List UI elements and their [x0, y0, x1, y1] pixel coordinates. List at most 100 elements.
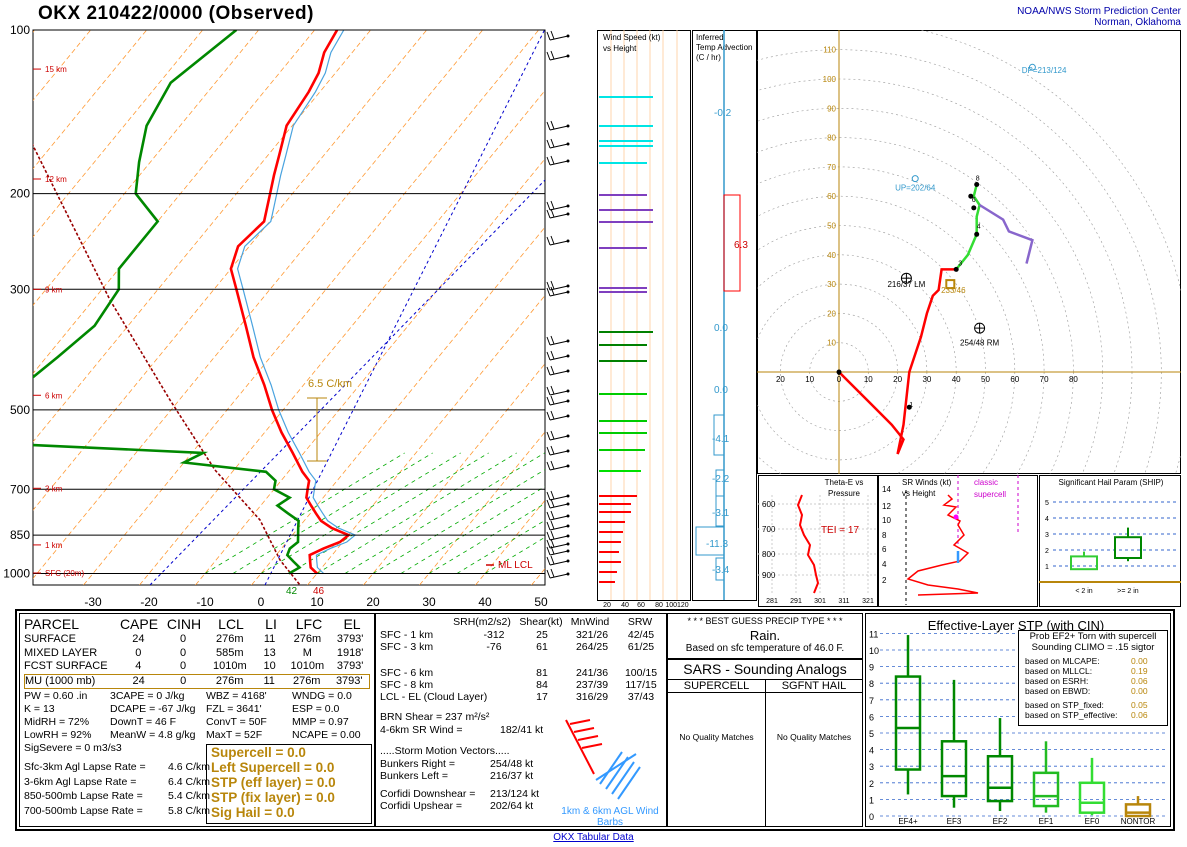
barb-flag — [546, 201, 551, 211]
parcel-cell: 3793' — [335, 674, 363, 687]
supercell-label: classic — [974, 478, 998, 487]
barb-flag — [546, 396, 551, 406]
x-tick-label: >= 2 in — [1117, 588, 1139, 595]
wind-barb — [546, 365, 570, 376]
index-cell: DCAPE = -67 J/kg — [110, 703, 196, 715]
kin-cell — [618, 653, 664, 667]
y-tick-label: 8 — [882, 531, 887, 540]
barb-flag — [550, 365, 555, 375]
prob-row: based on STP_effective: 0.06 — [1019, 710, 1167, 720]
prob-value: 0.19 — [1131, 666, 1148, 676]
barb-flag — [546, 491, 551, 501]
barb-dot — [566, 124, 570, 128]
parcel-cell: 276m — [215, 674, 244, 687]
index-cell: FZL = 3641' — [206, 703, 262, 715]
height-label: 6 km — [45, 391, 63, 400]
severe-param: Left Supercell = 0.0 — [211, 760, 335, 775]
height-label: 9 km — [45, 285, 63, 294]
sars-divider — [765, 680, 766, 826]
x-tick-label: EF1 — [1039, 817, 1054, 826]
lapse-label: 3-6km Agl Lapse Rate = — [24, 775, 137, 788]
prob-label: based on MLLCL: — [1025, 666, 1093, 676]
advection-label: 0.0 — [714, 323, 728, 334]
sr-winds-chart: SR Winds (kt) vs Height 14 12 10 8 6 4 2 classic s… — [878, 475, 1038, 607]
barb-dot — [566, 54, 570, 58]
kin-row: SFC - 6 km 81 241/36 100/15 — [380, 667, 664, 679]
barb-flag — [546, 546, 551, 556]
u-axis-label: 20 — [776, 375, 785, 384]
kin-cell: 84 — [536, 679, 548, 691]
barb-1km-flag — [569, 719, 591, 725]
wind-barb — [546, 395, 570, 406]
x-tick-label: 311 — [838, 598, 849, 605]
x-tick-label: 80 — [655, 602, 663, 608]
supercell-label: supercell — [974, 490, 1006, 499]
v-axis-label: 30 — [827, 280, 836, 289]
title-line: Wind Speed (kt) — [603, 33, 661, 42]
y-tick-label: 12 — [882, 502, 891, 511]
barb-flag — [546, 531, 551, 541]
advection-label: -3.1 — [712, 508, 730, 519]
kin-col-header: Shear(kt) — [519, 616, 563, 628]
barb-flag — [546, 539, 551, 549]
height-mark: 1 — [909, 402, 913, 409]
barb-dot — [566, 204, 570, 208]
height-label: 3 km — [45, 484, 63, 493]
prob-label: based on STP_fixed: — [1025, 700, 1104, 710]
parcel-cell: 0 — [180, 646, 187, 659]
barb-flag — [546, 411, 551, 421]
frame — [1039, 475, 1181, 607]
parcel-cell: 11 — [263, 674, 275, 687]
parcel-cell: FCST SURFACE — [24, 660, 108, 672]
barb-dot — [566, 464, 570, 468]
prob-value: 0.06 — [1131, 710, 1148, 720]
wind-barb — [546, 545, 570, 556]
y-tick-label: 10 — [882, 516, 891, 525]
height-dot — [953, 266, 959, 272]
kin-header-spacer — [380, 616, 446, 629]
parcel-cell: 24 — [132, 633, 145, 645]
barb-dot — [566, 34, 570, 38]
kin-cell: SFC - 1 km — [380, 629, 434, 641]
lapse-value: 5.4 C/km — [167, 790, 210, 802]
y-tick-label: 800 — [762, 550, 776, 559]
barb-dot — [566, 339, 570, 343]
kin-row: SFC - 3 km -76 61 264/25 61/25 — [380, 641, 664, 653]
motion-value: 213/124 kt — [490, 788, 540, 800]
barb-dot — [566, 142, 570, 146]
y-tick-label: 4 — [1045, 516, 1049, 523]
wind-barb — [546, 568, 570, 579]
lapse-value: 4.6 C/km — [167, 761, 210, 773]
parcel-cell: 276m — [216, 633, 244, 645]
barb-dot — [566, 389, 570, 393]
parcel-cell: M — [302, 646, 312, 659]
v-axis-label: 50 — [827, 222, 836, 231]
pressure-label: 1000 — [3, 566, 30, 580]
wind-barb — [546, 30, 570, 41]
prob-title: Prob EF2+ Torn with supercell Sounding C… — [1019, 631, 1167, 653]
parcel-cell: 1010m — [290, 660, 325, 672]
lapse-value: 5.8 C/km — [167, 804, 210, 817]
parcel-cell: 4 — [135, 660, 142, 672]
tabular-data-link[interactable]: OKX Tabular Data — [553, 832, 633, 843]
wind-barb — [546, 490, 570, 501]
title-line: SR Winds (kt) — [902, 478, 952, 487]
barb-flag — [546, 51, 551, 61]
barb-label: 1km & 6km AGL Wind Barbs — [561, 806, 659, 828]
x-tick-label: -30 — [84, 595, 102, 609]
barb-dot — [566, 212, 570, 216]
motion-label: Bunkers Left = — [380, 770, 448, 782]
index-cell: MidRH = 72% — [24, 716, 90, 728]
y-tick-label: 6 — [869, 712, 874, 722]
prob-value: 0.00 — [1131, 686, 1148, 696]
stp-box — [1032, 771, 1060, 808]
hodo-annotation: DP=213/124 — [1022, 66, 1067, 75]
barb-flag — [546, 351, 551, 361]
wind-barb — [546, 235, 570, 246]
index-cell: NCAPE = 0.00 — [292, 729, 361, 741]
wind-barb — [546, 280, 570, 291]
parcel-cell: 1918' — [336, 646, 364, 659]
v-axis-label: 40 — [827, 251, 836, 260]
prob-value: 0.05 — [1131, 700, 1148, 710]
parcel-cell: MIXED LAYER — [24, 646, 98, 659]
